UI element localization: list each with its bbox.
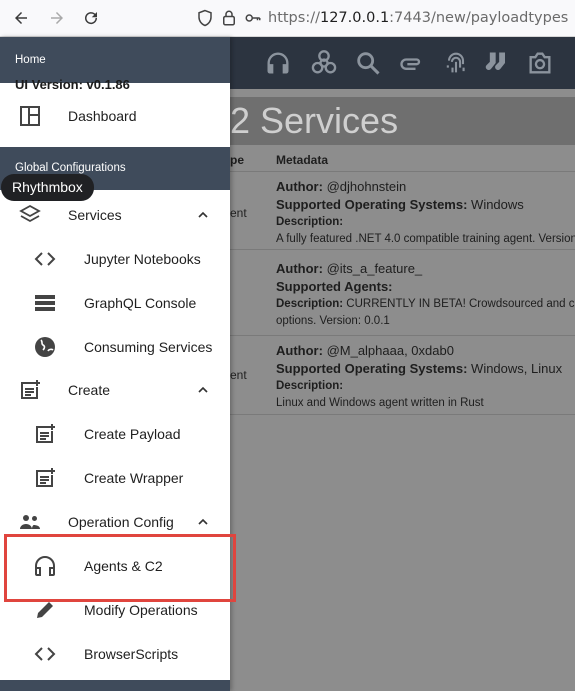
layers-icon	[18, 203, 42, 227]
metadata-cell: Author: @M_alphaaa, 0xdab0 Supported Ope…	[276, 343, 563, 409]
key-icon	[244, 9, 262, 27]
storage-icon	[33, 291, 57, 315]
nav-group-create[interactable]: Create	[0, 368, 230, 412]
more-icon[interactable]	[566, 49, 575, 77]
dashboard-icon	[18, 104, 42, 128]
url-path: :7443/new/payloadtypes	[389, 10, 569, 26]
nav-label: Modify Operations	[84, 602, 198, 618]
forward-arrow-icon[interactable]	[44, 6, 70, 30]
table-row[interactable]: Author: @its_a_feature_ Supported Agents…	[230, 249, 575, 335]
url-host: 127.0.0.1	[319, 10, 390, 26]
nav-label: GraphQL Console	[84, 295, 197, 311]
nav-label: Services	[68, 207, 122, 223]
metadata-cell: Author: @its_a_feature_ Supported Agents…	[276, 261, 575, 327]
nav-label: Create	[68, 382, 111, 398]
headphones-icon[interactable]	[264, 49, 292, 77]
code-icon	[33, 642, 57, 666]
page-title: 2 Services	[230, 97, 575, 145]
column-header-metadata: Metadata	[276, 153, 329, 167]
agent-type-cell: ent	[230, 206, 247, 220]
annotation-highlight-box	[4, 534, 236, 602]
shield-icon	[196, 9, 214, 27]
nav-item-jupyter-notebooks[interactable]: Jupyter Notebooks	[0, 237, 230, 281]
post-add-icon	[33, 422, 57, 446]
nav-label: Create Wrapper	[84, 470, 184, 486]
globe-icon	[33, 335, 57, 359]
code-icon	[33, 247, 57, 271]
agent-type-cell: ent	[230, 368, 247, 382]
ui-version: UI Version: v0.1.86	[15, 77, 130, 92]
tooltip: Rhythmbox	[1, 174, 94, 201]
nav-item-consuming-services[interactable]: Consuming Services	[0, 325, 230, 369]
nav-item-graphql-console[interactable]: GraphQL Console	[0, 281, 230, 325]
url-scheme: https://	[268, 10, 320, 26]
nav-label: Dashboard	[68, 108, 137, 124]
chevron-up-icon[interactable]	[195, 207, 211, 223]
nav-label: Consuming Services	[84, 339, 213, 355]
chevron-up-icon[interactable]	[195, 382, 211, 398]
lock-warning-icon	[220, 9, 238, 27]
address-bar[interactable]: https://127.0.0.1:7443/new/payloadtypes	[196, 4, 571, 32]
fingerprint-icon[interactable]	[442, 49, 470, 77]
column-header-type: pe	[230, 153, 245, 167]
nav-label: BrowserScripts	[84, 646, 179, 662]
nav-item-dashboard[interactable]: Dashboard	[0, 94, 230, 138]
table-header: pe Metadata	[230, 149, 575, 171]
reload-icon[interactable]	[78, 6, 104, 30]
nav-label: Jupyter Notebooks	[84, 251, 201, 267]
drawer-footer	[0, 680, 230, 691]
nav-item-browser-scripts[interactable]: BrowserScripts	[0, 632, 230, 676]
post-add-icon	[18, 378, 42, 402]
chevron-up-icon[interactable]	[195, 514, 211, 530]
camera-icon[interactable]	[526, 49, 554, 77]
post-add-icon	[33, 466, 57, 490]
browser-toolbar: https://127.0.0.1:7443/new/payloadtypes	[0, 0, 575, 37]
socks-icon[interactable]	[484, 49, 512, 77]
paperclip-icon[interactable]	[398, 49, 426, 77]
table-row[interactable]: ent Author: @djhohnstein Supported Opera…	[230, 171, 575, 249]
biohazard-icon[interactable]	[310, 49, 338, 77]
nav-label: Create Payload	[84, 426, 181, 442]
nav-item-create-wrapper[interactable]: Create Wrapper	[0, 456, 230, 500]
search-icon[interactable]	[354, 49, 382, 77]
metadata-cell: Author: @djhohnstein Supported Operating…	[276, 179, 575, 245]
nav-label: Operation Config	[68, 514, 174, 530]
group-icon	[18, 510, 42, 534]
nav-item-create-payload[interactable]: Create Payload	[0, 412, 230, 456]
back-arrow-icon[interactable]	[8, 6, 34, 30]
table-row[interactable]: ent Author: @M_alphaaa, 0xdab0 Supported…	[230, 335, 575, 415]
